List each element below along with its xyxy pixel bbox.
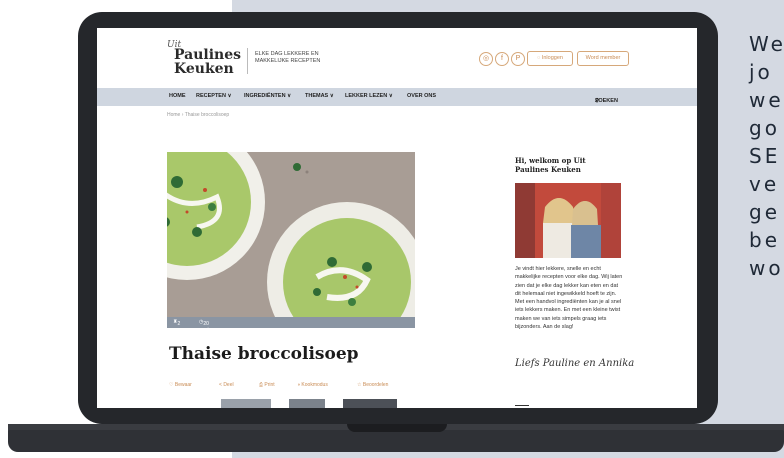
soup-bowls-illustration xyxy=(167,152,415,317)
login-button[interactable]: ◌ Inloggen xyxy=(527,51,573,66)
authors-signature: Liefs Pauline en Annika xyxy=(515,358,635,369)
pinterest-icon[interactable]: P xyxy=(511,52,525,66)
nav-item-home[interactable]: HOME xyxy=(169,93,186,99)
instagram-icon[interactable]: ◎ xyxy=(479,52,493,66)
site-tagline: ELKE DAG LEKKERE EN MAKKELIJKE RECEPTEN xyxy=(255,51,321,64)
ad-thumbnail[interactable] xyxy=(221,399,271,408)
recipe-title: Thaise broccolisoep xyxy=(169,344,359,364)
rate-button[interactable]: ☆ Beoordelen xyxy=(357,382,388,388)
logo-line-2: Keuken xyxy=(174,61,234,77)
save-button[interactable]: ♡ Bewaar xyxy=(169,382,192,388)
nav-item-over-ons[interactable]: OVER ONS xyxy=(407,93,436,99)
side-text-line: be xyxy=(749,228,780,252)
site-logo[interactable]: Paulines Keuken xyxy=(174,48,241,76)
share-button[interactable]: < Deel xyxy=(219,382,234,388)
side-text-line: jo xyxy=(749,60,773,84)
sidebar-divider xyxy=(515,405,529,406)
member-button[interactable]: Word member xyxy=(577,51,629,66)
nav-item-ingredienten[interactable]: INGREDIËNTEN ∨ xyxy=(244,93,291,99)
side-text-line: ve xyxy=(749,172,780,196)
search-icon: ⚲ xyxy=(595,98,600,104)
logo-line-1: Paulines xyxy=(174,47,242,63)
side-text-line: go xyxy=(749,116,780,140)
side-text-line: ge xyxy=(749,200,780,224)
authors-photo-illustration xyxy=(515,183,621,258)
side-text-line: SE xyxy=(749,144,781,168)
breadcrumb[interactable]: Home › Thaise broccolisoep xyxy=(167,112,229,118)
main-nav: HOME RECEPTEN ∨ INGREDIËNTEN ∨ THEMAS ∨ … xyxy=(97,88,697,106)
side-text: We jo we go SE ve ge be wo xyxy=(749,30,784,282)
laptop-screen: Uit Paulines Keuken ELKE DAG LEKKERE EN … xyxy=(97,28,697,408)
side-text-line: wo xyxy=(749,256,784,280)
ad-thumbnail[interactable] xyxy=(343,399,397,408)
servings-label: ♜ 2 pers. xyxy=(173,319,189,333)
laptop-notch xyxy=(347,424,447,432)
login-label: Inloggen xyxy=(541,55,563,61)
site-header: Uit Paulines Keuken ELKE DAG LEKKERE EN … xyxy=(97,28,697,88)
authors-photo xyxy=(515,183,621,258)
side-text-line: We xyxy=(749,32,784,56)
sidebar-welcome-title: Hi, welkom op Uit Paulines Keuken xyxy=(515,156,586,174)
cook-mode-button[interactable]: ◑ Kookmodus xyxy=(297,382,328,388)
facebook-icon[interactable]: f xyxy=(495,52,509,66)
side-text-line: we xyxy=(749,88,784,112)
nav-item-lekker-lezen[interactable]: LEKKER LEZEN ∨ xyxy=(345,93,393,99)
print-button[interactable]: ⎙ Print xyxy=(259,382,275,388)
laptop-base xyxy=(8,430,784,452)
sidebar-intro-text: Je vindt hier lekkere, snelle en echt ma… xyxy=(515,266,623,331)
logo-divider xyxy=(247,48,248,74)
nav-item-themas[interactable]: THEMAS ∨ xyxy=(305,93,334,99)
recipe-hero-image xyxy=(167,152,415,317)
time-label: ◷ 20 min xyxy=(199,319,212,333)
nav-item-recepten[interactable]: RECEPTEN ∨ xyxy=(196,93,232,99)
ad-thumbnail[interactable] xyxy=(289,399,325,408)
recipe-meta-bar: ♜ 2 pers. ◷ 20 min xyxy=(167,317,415,333)
